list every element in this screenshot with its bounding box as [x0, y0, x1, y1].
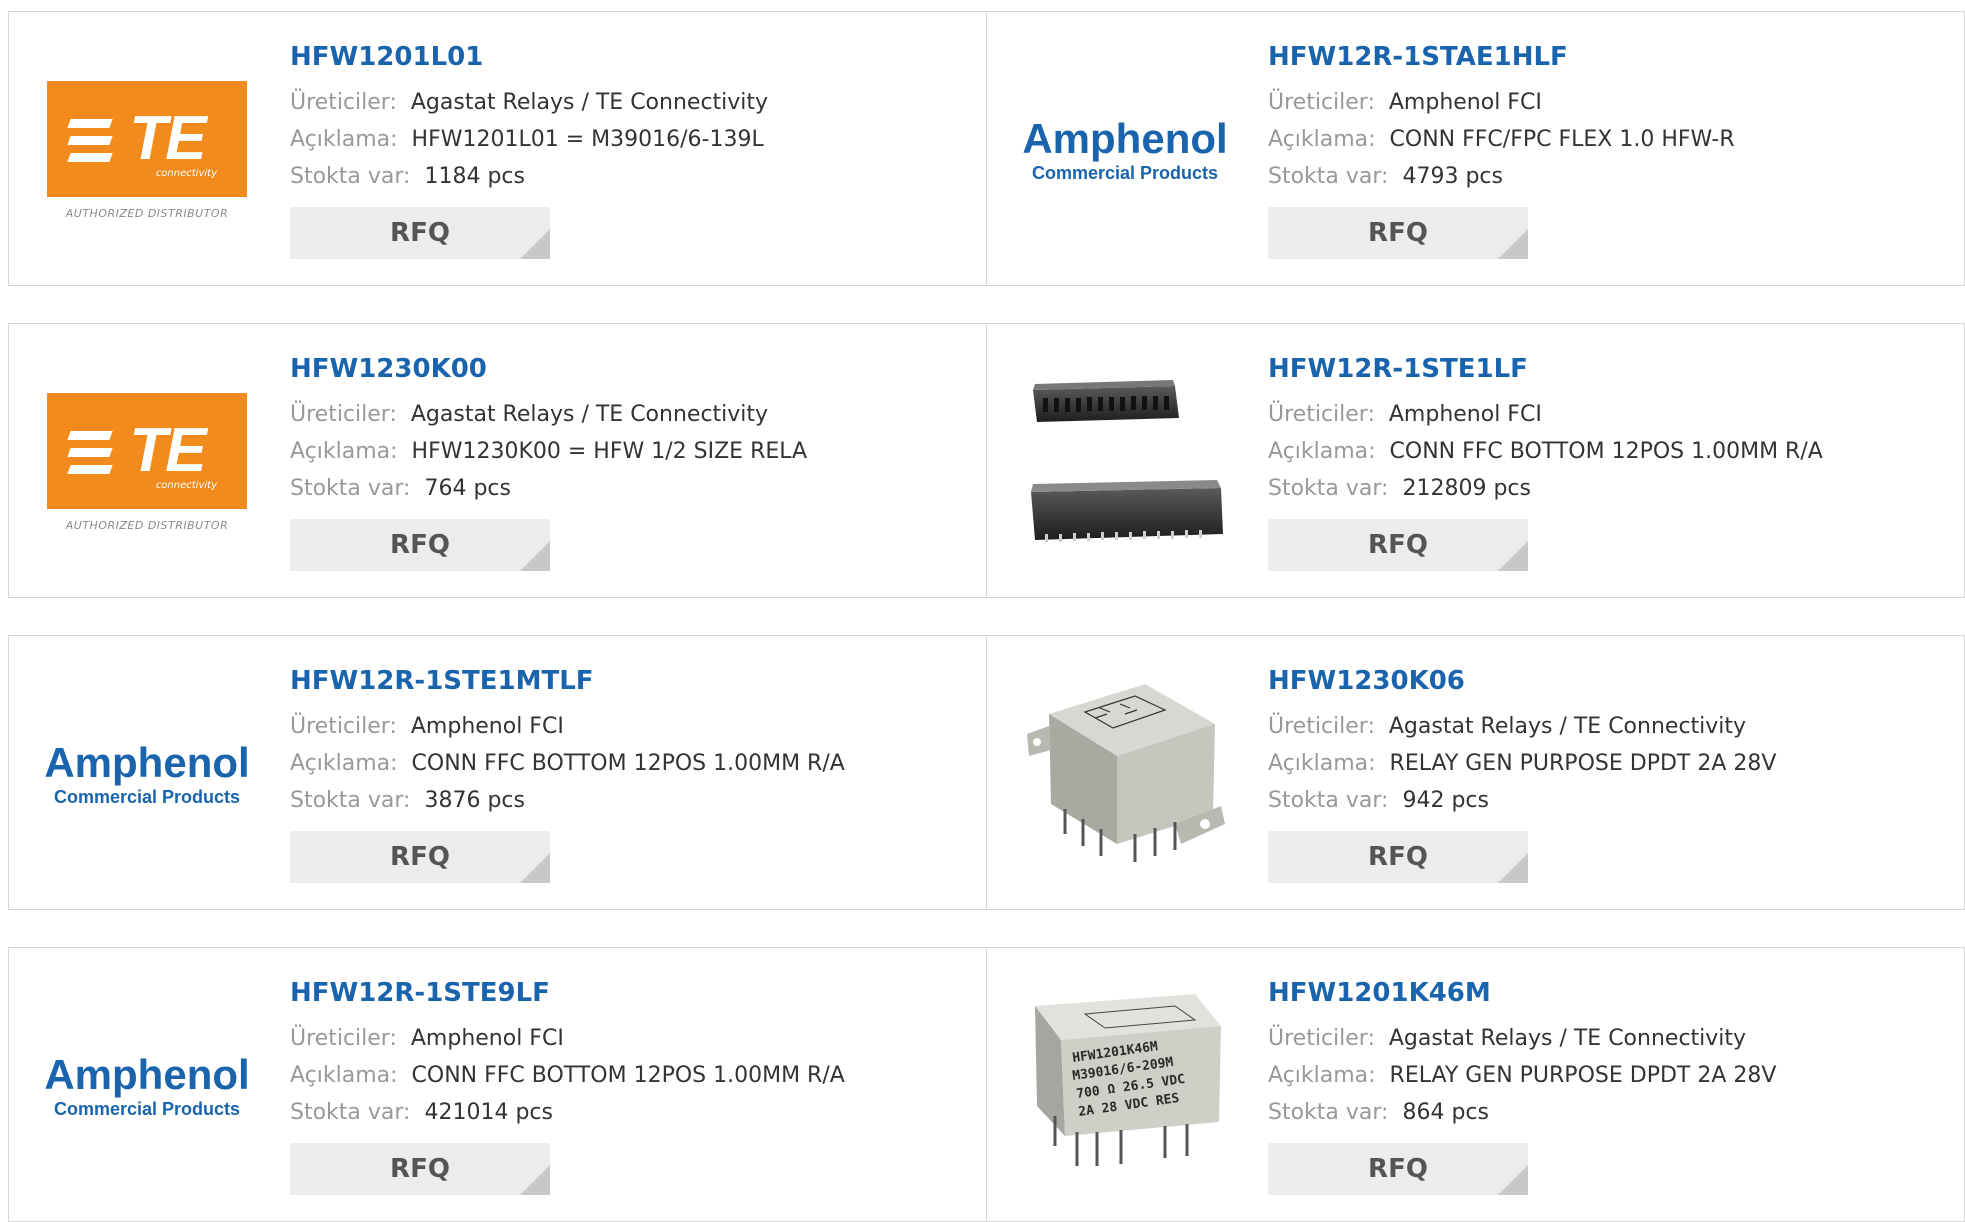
- manufacturer-label: Üreticiler:: [290, 1026, 397, 1051]
- product-image-te-logo[interactable]: TE connectivity AUTHORIZED DISTRIBUTOR: [47, 362, 247, 562]
- ffc-connector-icon: [1031, 380, 1223, 542]
- description-label: Açıklama:: [1268, 1063, 1376, 1088]
- description-label: Açıklama:: [1268, 751, 1376, 776]
- part-number-link[interactable]: HFW12R-1STE1LF: [1268, 354, 1944, 384]
- description-label: Açıklama:: [290, 439, 398, 464]
- rfq-button[interactable]: RFQ: [1268, 519, 1528, 571]
- product-card: HFW12R-1STE1LF Üreticiler: Amphenol FCI A…: [986, 324, 1964, 597]
- stock-value: 764 pcs: [424, 476, 511, 501]
- description-value: CONN FFC BOTTOM 12POS 1.00MM R/A: [411, 751, 845, 776]
- manufacturer-label: Üreticiler:: [1268, 1026, 1375, 1051]
- product-card: HFW1230K06 Üreticiler: Agastat Relays / T…: [986, 636, 1964, 909]
- product-image-te-logo[interactable]: TE connectivity AUTHORIZED DISTRIBUTOR: [47, 50, 247, 250]
- rfq-button[interactable]: RFQ: [1268, 831, 1528, 883]
- amphenol-logo: Amphenol Commercial Products: [44, 739, 250, 808]
- stock-label: Stokta var:: [290, 1100, 411, 1125]
- description-value: CONN FFC/FPC FLEX 1.0 HFW-R: [1389, 127, 1735, 152]
- product-grid: TE connectivity AUTHORIZED DISTRIBUTOR H…: [0, 0, 1965, 1222]
- manufacturer-value: Amphenol FCI: [1388, 402, 1542, 427]
- description-label: Açıklama:: [290, 1063, 398, 1088]
- stock-value: 3876 pcs: [424, 788, 525, 813]
- stock-value: 942 pcs: [1402, 788, 1489, 813]
- stock-label: Stokta var:: [1268, 788, 1389, 813]
- stock-label: Stokta var:: [290, 164, 411, 189]
- description-label: Açıklama:: [1268, 127, 1376, 152]
- product-row: TE connectivity AUTHORIZED DISTRIBUTOR H…: [8, 11, 1965, 286]
- description-value: RELAY GEN PURPOSE DPDT 2A 28V: [1389, 1063, 1777, 1088]
- product-image-amphenol-logo[interactable]: Amphenol Commercial Products: [44, 986, 250, 1186]
- part-number-link[interactable]: HFW1201K46M: [1268, 978, 1944, 1008]
- product-row: Amphenol Commercial Products HFW12R-1STE…: [8, 947, 1965, 1222]
- part-number-link[interactable]: HFW12R-1STE1MTLF: [290, 666, 966, 696]
- manufacturer-value: Amphenol FCI: [410, 1026, 564, 1051]
- description-value: CONN FFC BOTTOM 12POS 1.00MM R/A: [411, 1063, 845, 1088]
- rfq-button[interactable]: RFQ: [290, 207, 550, 259]
- part-number-link[interactable]: HFW1201L01: [290, 42, 966, 72]
- part-number-link[interactable]: HFW12R-1STE9LF: [290, 978, 966, 1008]
- stock-value: 1184 pcs: [424, 164, 525, 189]
- marked-relay-icon: HFW1201K46M M39016/6-209M 700 Ω 26.5 VDC…: [1035, 994, 1221, 1166]
- manufacturer-label: Üreticiler:: [1268, 90, 1375, 115]
- stock-value: 212809 pcs: [1402, 476, 1531, 501]
- stock-value: 4793 pcs: [1402, 164, 1503, 189]
- relay-icon: [1027, 684, 1225, 862]
- manufacturer-label: Üreticiler:: [290, 90, 397, 115]
- part-number-link[interactable]: HFW1230K06: [1268, 666, 1944, 696]
- rfq-button[interactable]: RFQ: [290, 1143, 550, 1195]
- description-value: HFW1201L01 = M39016/6-139L: [411, 127, 764, 152]
- product-card: Amphenol Commercial Products HFW12R-1STE…: [9, 636, 986, 909]
- product-card: HFW1201K46M M39016/6-209M 700 Ω 26.5 VDC…: [986, 948, 1964, 1221]
- part-number-link[interactable]: HFW1230K00: [290, 354, 966, 384]
- rfq-button[interactable]: RFQ: [290, 831, 550, 883]
- part-number-link[interactable]: HFW12R-1STAE1HLF: [1268, 42, 1944, 72]
- description-value: CONN FFC BOTTOM 12POS 1.00MM R/A: [1389, 439, 1823, 464]
- product-image-amphenol-logo[interactable]: Amphenol Commercial Products: [1022, 50, 1228, 250]
- manufacturer-value: Agastat Relays / TE Connectivity: [410, 402, 769, 427]
- stock-value: 421014 pcs: [424, 1100, 553, 1125]
- te-connectivity-logo: TE connectivity AUTHORIZED DISTRIBUTOR: [47, 392, 247, 532]
- te-connectivity-logo: TE connectivity AUTHORIZED DISTRIBUTOR: [47, 80, 247, 220]
- product-card: Amphenol Commercial Products HFW12R-1STA…: [986, 12, 1964, 285]
- product-image-connector-photo[interactable]: [1025, 362, 1225, 562]
- amphenol-logo: Amphenol Commercial Products: [1022, 115, 1228, 184]
- rfq-button[interactable]: RFQ: [1268, 1143, 1528, 1195]
- manufacturer-value: Agastat Relays / TE Connectivity: [1388, 714, 1747, 739]
- product-image-amphenol-logo[interactable]: Amphenol Commercial Products: [44, 674, 250, 874]
- stock-label: Stokta var:: [1268, 1100, 1389, 1125]
- stock-label: Stokta var:: [290, 476, 411, 501]
- manufacturer-label: Üreticiler:: [290, 402, 397, 427]
- description-value: RELAY GEN PURPOSE DPDT 2A 28V: [1389, 751, 1777, 776]
- description-label: Açıklama:: [290, 751, 398, 776]
- product-card: TE connectivity AUTHORIZED DISTRIBUTOR H…: [9, 12, 986, 285]
- product-row: TE connectivity AUTHORIZED DISTRIBUTOR H…: [8, 323, 1965, 598]
- manufacturer-value: Agastat Relays / TE Connectivity: [410, 90, 769, 115]
- product-image-relay-photo[interactable]: [1025, 674, 1225, 874]
- manufacturer-label: Üreticiler:: [1268, 714, 1375, 739]
- manufacturer-value: Agastat Relays / TE Connectivity: [1388, 1026, 1747, 1051]
- stock-label: Stokta var:: [1268, 476, 1389, 501]
- product-card: TE connectivity AUTHORIZED DISTRIBUTOR H…: [9, 324, 986, 597]
- manufacturer-value: Amphenol FCI: [1388, 90, 1542, 115]
- manufacturer-value: Amphenol FCI: [410, 714, 564, 739]
- amphenol-logo: Amphenol Commercial Products: [44, 1051, 250, 1120]
- stock-label: Stokta var:: [1268, 164, 1389, 189]
- description-label: Açıklama:: [290, 127, 398, 152]
- stock-value: 864 pcs: [1402, 1100, 1489, 1125]
- product-image-relay-marked-photo[interactable]: HFW1201K46M M39016/6-209M 700 Ω 26.5 VDC…: [1025, 986, 1225, 1186]
- description-value: HFW1230K00 = HFW 1/2 SIZE RELA: [411, 439, 808, 464]
- manufacturer-label: Üreticiler:: [1268, 402, 1375, 427]
- product-row: Amphenol Commercial Products HFW12R-1STE…: [8, 635, 1965, 910]
- rfq-button[interactable]: RFQ: [1268, 207, 1528, 259]
- product-card: Amphenol Commercial Products HFW12R-1STE…: [9, 948, 986, 1221]
- rfq-button[interactable]: RFQ: [290, 519, 550, 571]
- manufacturer-label: Üreticiler:: [290, 714, 397, 739]
- stock-label: Stokta var:: [290, 788, 411, 813]
- description-label: Açıklama:: [1268, 439, 1376, 464]
